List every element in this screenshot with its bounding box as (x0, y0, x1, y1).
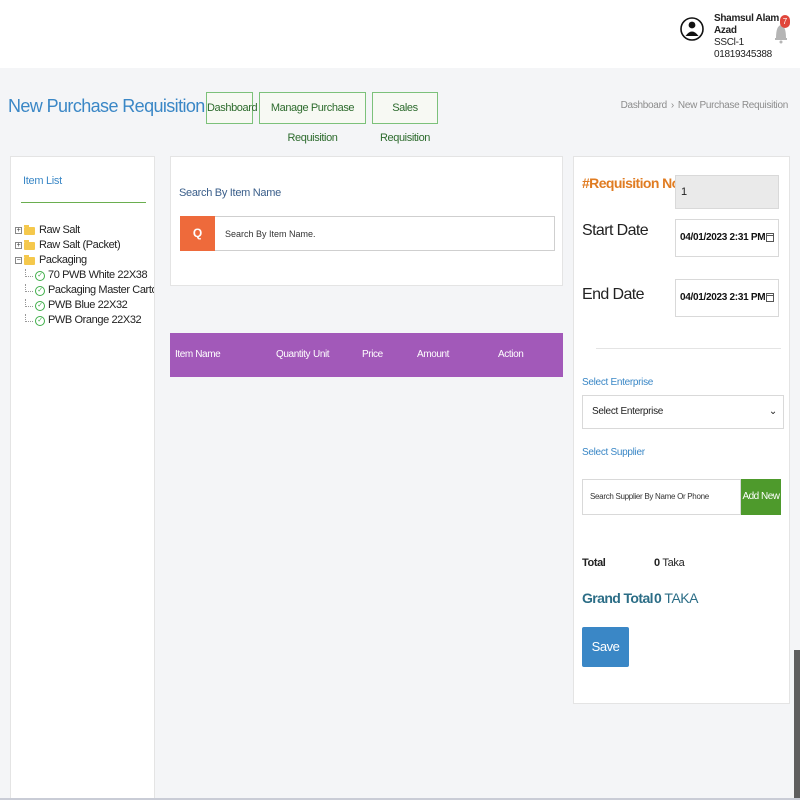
tree-connector (25, 313, 33, 322)
supplier-label: Select Supplier (582, 447, 645, 458)
add-new-supplier-button[interactable]: Add New (741, 479, 781, 515)
open-folder-icon (24, 254, 35, 265)
requisition-number-field: 1 (675, 175, 779, 209)
tree-category-raw-salt-packet[interactable]: + Raw Salt (Packet) (15, 238, 154, 253)
requisition-form-panel: #Requisition No. 1 Start Date 04/01/2023… (573, 156, 790, 704)
search-icon: Q (192, 226, 203, 240)
sales-requisition-button[interactable]: Sales Requisition (372, 92, 438, 144)
column-header-action: Action (498, 349, 524, 360)
column-header-amount: Amount (417, 349, 450, 360)
enterprise-label: Select Enterprise (582, 377, 654, 388)
start-date-label: Start Date (582, 222, 649, 239)
end-date-label: End Date (582, 286, 645, 303)
save-button[interactable]: Save (582, 627, 629, 667)
item-list-divider (21, 202, 146, 203)
requisition-number-label: #Requisition No. (582, 175, 683, 191)
start-date-value: 04/01/2023 2:31 PM (680, 232, 766, 243)
search-input[interactable] (215, 216, 555, 251)
search-panel: Search By Item Name Q (170, 156, 563, 286)
tree-item-label: PWB Orange 22X32 (48, 314, 142, 326)
expand-icon[interactable]: + (15, 242, 22, 249)
column-header-quantity: Quantity (276, 349, 311, 360)
check-circle-icon: ✓ (35, 285, 45, 296)
tree-connector (25, 268, 33, 277)
notification-badge: 7 (780, 15, 790, 28)
user-avatar-icon[interactable] (680, 10, 704, 48)
column-header-unit: Unit (313, 349, 330, 360)
enterprise-selected-value: Select Enterprise (592, 406, 664, 417)
tree-connector (25, 298, 33, 307)
tree-category-raw-salt[interactable]: + Raw Salt (15, 223, 154, 238)
start-date-field[interactable]: 04/01/2023 2:31 PM (675, 219, 779, 257)
check-circle-icon: ✓ (35, 300, 45, 311)
end-date-field[interactable]: 04/01/2023 2:31 PM (675, 279, 779, 317)
tree-item-label: Packaging Master Carton White 22X2 (48, 284, 154, 296)
dashboard-button[interactable]: Dashboard (206, 92, 258, 124)
folder-icon (24, 224, 35, 235)
grand-total-value: 0 TAKA (654, 590, 698, 606)
breadcrumb: Dashboard › New Purchase Requisition (621, 100, 789, 111)
folder-icon (24, 239, 35, 250)
grand-total-label: Grand Total (582, 590, 654, 606)
item-list-panel: Item List + Raw Salt + Raw Salt (Packet)… (10, 156, 155, 800)
supplier-search-input[interactable]: Search Supplier By Name Or Phone (582, 479, 741, 515)
column-header-price: Price (362, 349, 383, 360)
scrollbar[interactable] (794, 650, 800, 800)
breadcrumb-dashboard-link[interactable]: Dashboard (621, 100, 668, 111)
grand-total-unit: TAKA (661, 590, 698, 606)
chevron-down-icon: ⌄ (768, 406, 777, 417)
tree-item[interactable]: ✓ 70 PWB White 22X38 (15, 268, 154, 283)
item-list-title: Item List (23, 175, 62, 187)
top-header: Shamsul Alam Azad SSCl-1 01819345388 7 (0, 0, 800, 68)
tree-item[interactable]: ✓ PWB Orange 22X32 (15, 313, 154, 328)
calendar-icon[interactable] (766, 233, 774, 242)
expand-icon[interactable]: + (15, 227, 22, 234)
collapse-icon[interactable]: − (15, 257, 22, 264)
page-title: New Purchase Requisition (8, 96, 205, 116)
manage-purchase-requisition-button[interactable]: Manage Purchase Requisition (259, 92, 366, 144)
enterprise-select[interactable]: Select Enterprise ⌄ (582, 395, 784, 429)
search-button[interactable]: Q (180, 216, 215, 251)
tree-item-label: 70 PWB White 22X38 (48, 269, 148, 281)
tree-category-label: Raw Salt (39, 224, 80, 236)
tree-category-packaging[interactable]: − Packaging (15, 253, 154, 268)
search-label: Search By Item Name (179, 187, 281, 199)
column-header-item-name: Item Name (175, 349, 221, 360)
tree-item[interactable]: ✓ Packaging Master Carton White 22X2 (15, 283, 154, 298)
calendar-icon[interactable] (766, 293, 774, 302)
section-divider (596, 348, 781, 349)
tree-category-label: Raw Salt (Packet) (39, 239, 121, 251)
total-unit: Taka (659, 557, 685, 569)
breadcrumb-separator: › (670, 100, 674, 111)
page-header: New Purchase Requisition Dashboard Manag… (0, 68, 800, 148)
tree-connector (25, 283, 33, 292)
end-date-value: 04/01/2023 2:31 PM (680, 292, 766, 303)
total-label: Total (582, 557, 606, 569)
check-circle-icon: ✓ (35, 270, 45, 281)
tree-category-label: Packaging (39, 254, 87, 266)
breadcrumb-current: New Purchase Requisition (677, 100, 788, 111)
tree-item-label: PWB Blue 22X32 (48, 299, 128, 311)
total-value: 0 Taka (654, 557, 685, 569)
check-circle-icon: ✓ (35, 315, 45, 326)
items-table-header: Item Name Quantity Unit Price Amount Act… (170, 333, 563, 377)
item-tree: + Raw Salt + Raw Salt (Packet) − Packagi… (15, 223, 154, 328)
tree-item[interactable]: ✓ PWB Blue 22X32 (15, 298, 154, 313)
user-phone: 01819345388 (714, 49, 772, 60)
